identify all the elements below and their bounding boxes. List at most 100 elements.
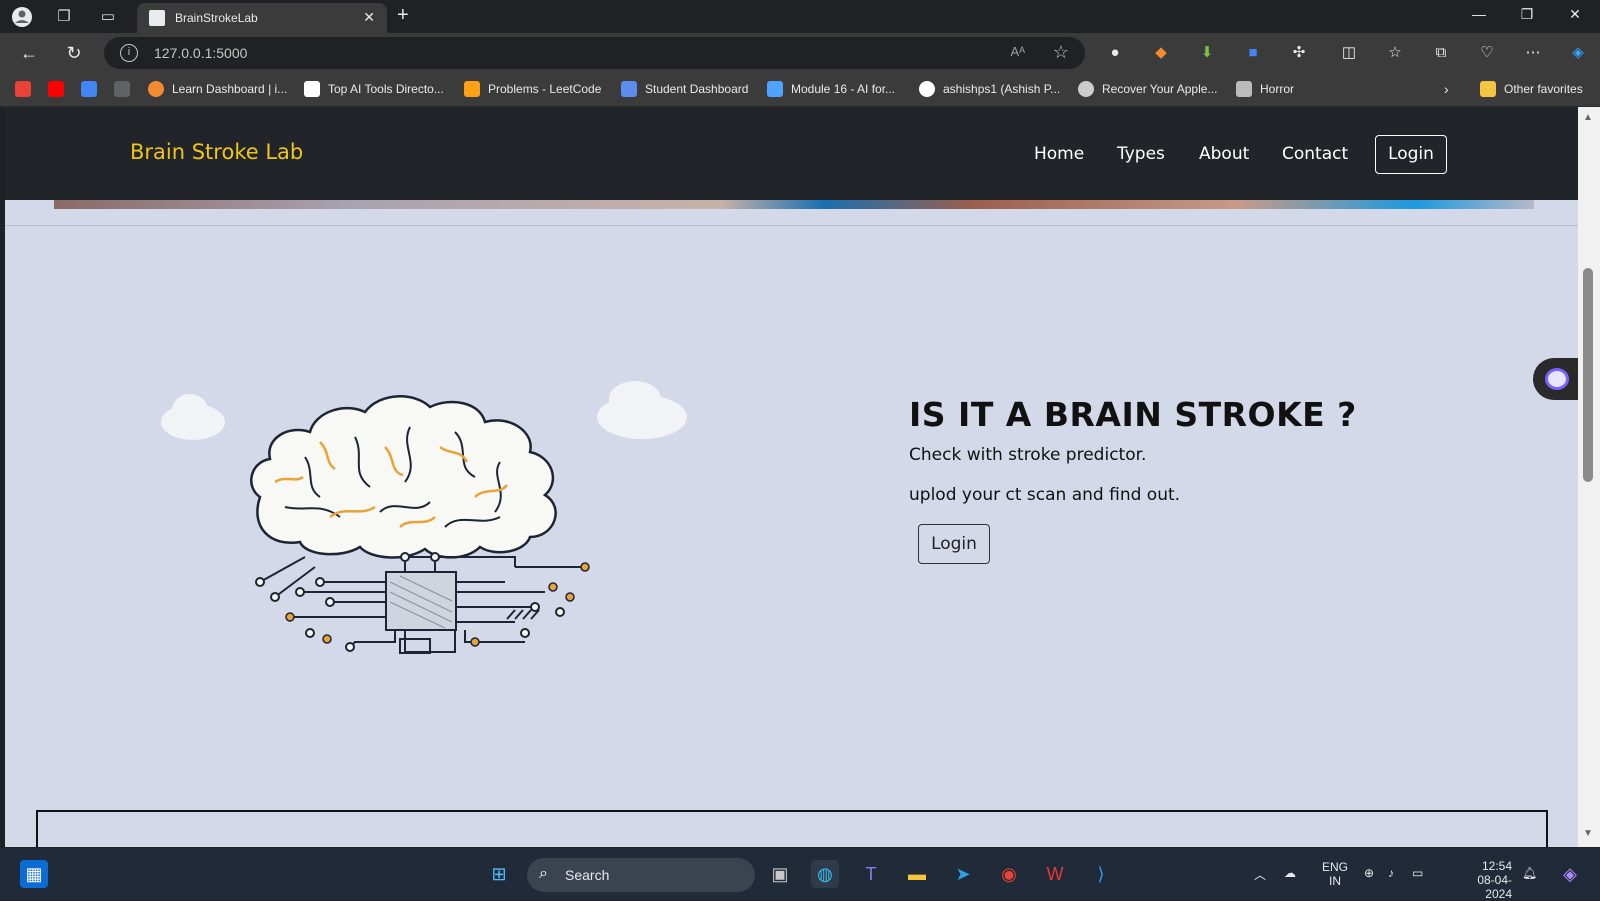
translate-icon <box>81 81 97 97</box>
site-brand[interactable]: Brain Stroke Lab <box>130 140 303 164</box>
bookmarks-bar: Learn Dashboard | i... Top AI Tools Dire… <box>0 73 1600 107</box>
assistant-face-icon <box>1545 368 1569 390</box>
nav-about-link[interactable]: About <box>1199 144 1249 164</box>
taskbar-search[interactable]: ⌕ Search <box>527 858 755 892</box>
onedrive-icon[interactable]: ☁ <box>1284 866 1296 880</box>
site-info-icon[interactable]: i <box>120 44 138 62</box>
dashboard-icon <box>621 81 637 97</box>
cloud-left-icon <box>161 394 225 440</box>
extension-ghost-icon[interactable]: ● <box>1105 43 1125 63</box>
widgets-icon[interactable]: ▦ <box>20 860 48 888</box>
vertical-tabs-icon[interactable]: ▭ <box>96 6 120 28</box>
square-icon <box>304 81 320 97</box>
section-divider <box>5 225 1579 226</box>
hero-login-button[interactable]: Login <box>918 524 990 564</box>
workspaces-icon[interactable]: ❐ <box>52 6 76 28</box>
vscode-icon[interactable]: ⟩ <box>1087 860 1115 888</box>
search-icon: ⌕ <box>539 865 548 882</box>
notifications-bell-icon[interactable]: 🔔︎ <box>1522 866 1537 880</box>
teams-icon[interactable]: T <box>857 860 885 888</box>
clock[interactable]: 12:54 08-04-2024 <box>1452 859 1512 901</box>
new-tab-button[interactable]: + <box>397 4 409 27</box>
gmail-icon <box>15 81 31 97</box>
bookmark-translate[interactable] <box>81 81 105 99</box>
bookmark-github[interactable]: ashishps1 (Ashish P... <box>919 81 1060 99</box>
close-window-button[interactable]: ✕ <box>1560 6 1590 23</box>
tab-close-icon[interactable]: ✕ <box>363 9 375 26</box>
url-text[interactable]: 127.0.0.1:5000 <box>154 45 247 61</box>
bookmark-top-ai-tools[interactable]: Top AI Tools Directo... <box>304 81 444 99</box>
browser-essentials-icon[interactable]: ♡ <box>1477 43 1497 63</box>
bookmarks-overflow-chevron-icon[interactable]: › <box>1444 81 1449 99</box>
bookmark-other-favorites[interactable]: Other favorites <box>1480 81 1583 99</box>
horror-icon <box>1236 81 1252 97</box>
scrollbar-thumb[interactable] <box>1583 268 1593 482</box>
browser-title-bar: ❐ ▭ BrainStrokeLab ✕ + — ❐ ✕ <box>0 0 1600 33</box>
address-bar[interactable]: i 127.0.0.1:5000 Aᴬ ☆ <box>104 37 1085 69</box>
dots-icon <box>114 81 130 97</box>
bookmark-leetcode[interactable]: Problems - LeetCode <box>464 81 601 99</box>
task-view-icon[interactable]: ▣ <box>766 860 794 888</box>
favorite-star-icon[interactable]: ☆ <box>1053 42 1069 63</box>
floating-assistant-button[interactable] <box>1533 358 1581 400</box>
battery-icon[interactable]: ▭ <box>1412 866 1423 880</box>
bookmark-dots[interactable] <box>114 81 138 99</box>
bookmark-module-16[interactable]: Module 16 - AI for... <box>767 81 895 99</box>
tab-favicon-icon <box>149 10 165 26</box>
extensions-puzzle-icon[interactable]: ✣ <box>1289 43 1309 63</box>
windows-taskbar <box>0 848 1600 900</box>
chart-icon <box>767 81 783 97</box>
windows-start-icon[interactable]: ⊞ <box>485 860 513 888</box>
volume-icon[interactable]: ♪ <box>1388 866 1394 880</box>
browser-toolbar: ← ↻ i 127.0.0.1:5000 Aᴬ ☆ ● ◆ ⬇ ■ ✣ ◫ ☆ … <box>0 33 1600 73</box>
read-aloud-icon[interactable]: Aᴬ <box>1010 44 1025 59</box>
file-explorer-icon[interactable]: ▬ <box>903 860 931 888</box>
learn-icon <box>148 81 164 97</box>
bookmark-youtube[interactable] <box>48 81 72 99</box>
profile-icon[interactable] <box>10 6 34 28</box>
bottom-section-box <box>36 810 1548 847</box>
scroll-up-arrow-icon[interactable]: ▲ <box>1583 112 1593 123</box>
network-icon[interactable]: ⊕ <box>1364 866 1374 880</box>
nav-home-link[interactable]: Home <box>1034 144 1084 164</box>
chrome-icon[interactable]: ◉ <box>995 860 1023 888</box>
apple-icon <box>1078 81 1094 97</box>
collections-icon[interactable]: ⧉ <box>1431 43 1451 63</box>
split-screen-icon[interactable]: ◫ <box>1339 43 1359 63</box>
taskbar-search-label: Search <box>565 867 610 883</box>
extension-blue-icon[interactable]: ■ <box>1243 43 1263 63</box>
favorites-icon[interactable]: ☆ <box>1385 43 1405 63</box>
nav-contact-link[interactable]: Contact <box>1282 144 1348 164</box>
folder-icon <box>1480 81 1496 97</box>
restore-button[interactable]: ❐ <box>1512 6 1542 23</box>
extension-office-icon[interactable]: ◆ <box>1151 43 1171 63</box>
bookmark-learn-dashboard[interactable]: Learn Dashboard | i... <box>148 81 287 99</box>
language-indicator[interactable]: ENG IN <box>1322 860 1348 888</box>
bookmark-recover-apple[interactable]: Recover Your Apple... <box>1078 81 1217 99</box>
refresh-icon[interactable]: ↻ <box>62 41 86 65</box>
bookmark-student-dashboard[interactable]: Student Dashboard <box>621 81 748 99</box>
tab-title: BrainStrokeLab <box>175 11 258 25</box>
copilot-icon[interactable]: ◈ <box>1568 43 1588 63</box>
minimize-button[interactable]: — <box>1464 6 1494 22</box>
chip-icon <box>385 571 457 631</box>
wps-office-icon[interactable]: W <box>1041 860 1069 888</box>
cloud-right-icon <box>597 381 687 439</box>
hero-headline: IS IT A BRAIN STROKE ? <box>909 395 1357 434</box>
tab-brainstrokelab[interactable]: BrainStrokeLab ✕ <box>137 3 387 33</box>
nav-login-button[interactable]: Login <box>1375 135 1447 174</box>
bookmark-gmail[interactable] <box>15 81 39 99</box>
bookmark-horror[interactable]: Horror <box>1236 81 1294 99</box>
hero-image-strip <box>54 200 1534 209</box>
edge-icon[interactable]: ◍ <box>811 860 839 888</box>
more-menu-icon[interactable]: ⋯ <box>1523 43 1543 63</box>
telegram-icon[interactable]: ➤ <box>949 860 977 888</box>
site-navbar: Brain Stroke Lab Home Types About Contac… <box>5 107 1579 200</box>
extension-download-icon[interactable]: ⬇ <box>1197 43 1217 63</box>
tray-overflow-chevron-icon[interactable]: ︿ <box>1254 866 1266 883</box>
back-arrow-icon[interactable]: ← <box>17 41 41 65</box>
hero-subtitle-1: Check with stroke predictor. <box>909 445 1147 465</box>
nav-types-link[interactable]: Types <box>1117 144 1165 164</box>
scroll-down-arrow-icon[interactable]: ▼ <box>1583 828 1593 839</box>
copilot-taskbar-icon[interactable]: ◈ <box>1556 860 1584 888</box>
